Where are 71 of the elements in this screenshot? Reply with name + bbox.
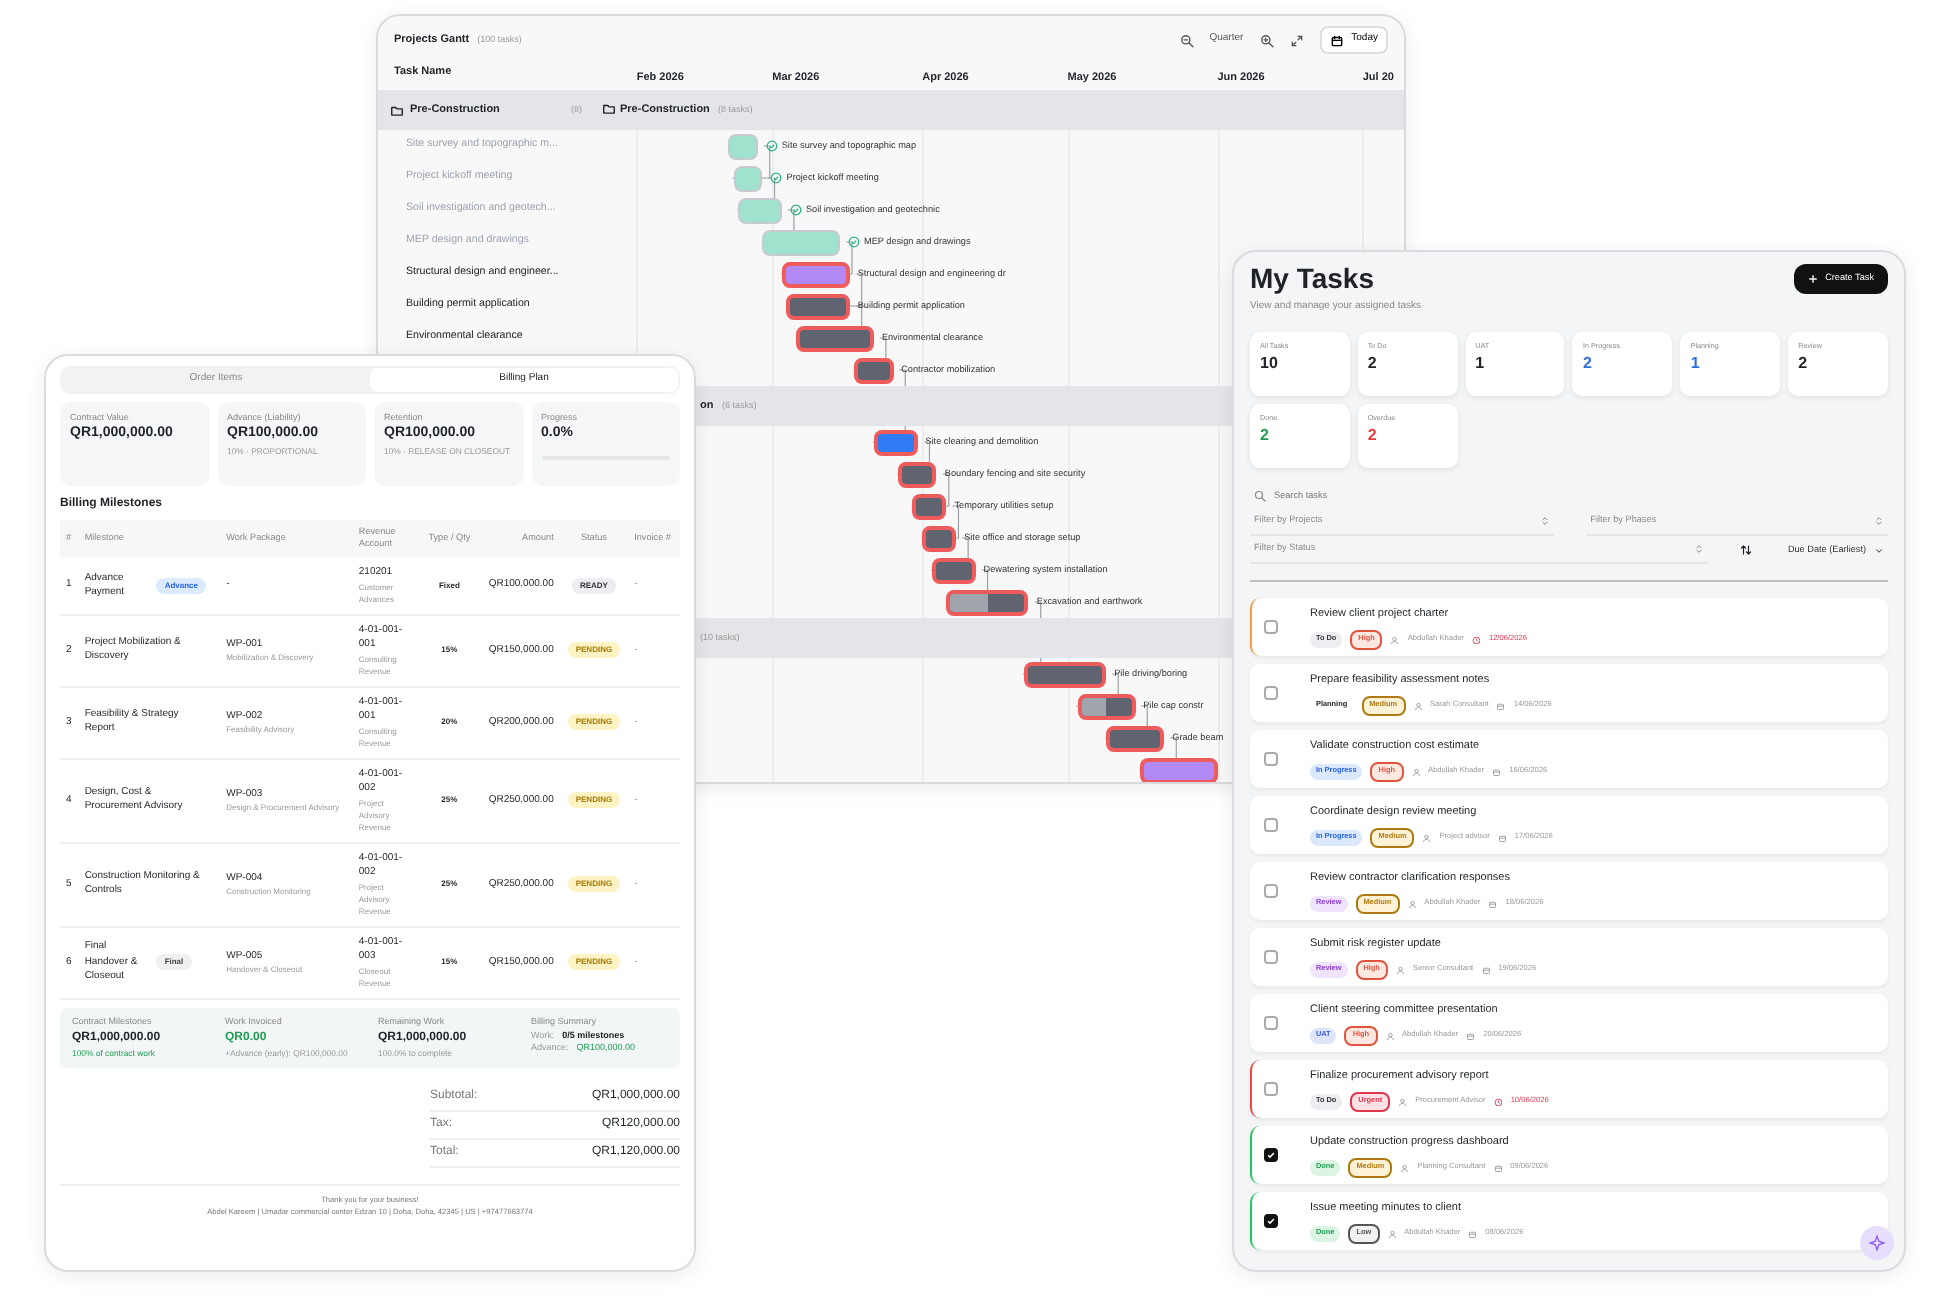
connector-line — [930, 537, 969, 571]
task-bar[interactable] — [912, 493, 947, 519]
person-icon — [1385, 1031, 1395, 1041]
task-bar[interactable] — [781, 261, 850, 287]
person-icon — [1390, 635, 1400, 645]
task-checkbox[interactable] — [1264, 884, 1278, 899]
task-bar[interactable] — [1106, 725, 1165, 751]
task-checkbox[interactable] — [1264, 1214, 1278, 1229]
calendar-icon — [1493, 1163, 1503, 1173]
connector-line — [736, 177, 776, 211]
task-bar[interactable] — [796, 325, 874, 351]
person-icon — [1407, 899, 1417, 909]
stat-value: 2 — [1367, 423, 1379, 448]
task-checkbox[interactable] — [1264, 1082, 1278, 1097]
calendar-icon — [1496, 701, 1506, 711]
task-checkbox[interactable] — [1264, 620, 1278, 635]
stat-value: 1 — [1690, 351, 1702, 376]
task-bar[interactable] — [873, 429, 918, 455]
folder-icon — [602, 102, 616, 116]
task-checkbox[interactable] — [1264, 752, 1278, 767]
select-arrows-icon — [1540, 516, 1551, 527]
person-icon — [1400, 1163, 1410, 1173]
zoom-out-icon[interactable] — [1179, 33, 1194, 47]
task-checkbox[interactable] — [1264, 818, 1278, 833]
select-arrows-icon — [1874, 516, 1884, 527]
task-bar[interactable] — [898, 461, 937, 487]
task-bar[interactable] — [1140, 757, 1218, 782]
stat-value: 2 — [1367, 351, 1379, 376]
search-icon — [1254, 489, 1266, 502]
calendar-icon — [1329, 33, 1344, 47]
connector-line — [731, 145, 771, 179]
task-checkbox[interactable] — [1264, 1148, 1278, 1163]
clock-icon — [1471, 635, 1481, 645]
chevron-down-icon — [1874, 545, 1884, 556]
select-arrows-icon — [1693, 544, 1704, 555]
sparkle-icon — [1868, 1234, 1886, 1252]
person-icon — [1387, 1229, 1397, 1239]
task-checkbox[interactable] — [1264, 686, 1278, 701]
task-bar[interactable] — [946, 589, 1029, 615]
clock-icon — [1493, 1097, 1503, 1107]
person-icon — [1398, 1097, 1408, 1107]
calendar-icon — [1492, 767, 1502, 777]
stat-value: 2 — [1582, 351, 1594, 376]
sort-icon — [1739, 544, 1752, 557]
task-bar[interactable] — [922, 525, 957, 551]
person-icon — [1395, 965, 1405, 975]
page-title: My Tasks — [1250, 264, 1376, 292]
calendar-icon — [1488, 899, 1498, 909]
task-bar[interactable] — [786, 293, 850, 319]
calendar-icon — [1497, 833, 1507, 843]
stat-value: 1 — [1475, 351, 1487, 376]
task-bar[interactable] — [1023, 661, 1107, 687]
folder-icon — [390, 103, 404, 117]
task-checkbox[interactable] — [1264, 1016, 1278, 1031]
task-bar[interactable] — [1077, 693, 1136, 719]
stat-value: 2 — [1798, 351, 1810, 376]
person-icon — [1411, 767, 1420, 777]
stat-value: 10 — [1260, 351, 1280, 376]
zoom-in-icon[interactable] — [1259, 33, 1274, 47]
plus-icon — [1807, 273, 1818, 284]
person-icon — [1422, 833, 1432, 843]
task-bar[interactable] — [931, 557, 976, 583]
calendar-icon — [1468, 1229, 1478, 1239]
assistant-button[interactable] — [1860, 1226, 1894, 1260]
expand-icon[interactable] — [1289, 33, 1304, 47]
stat-value: 2 — [1260, 423, 1271, 448]
task-bar[interactable] — [854, 357, 894, 383]
calendar-icon — [1466, 1031, 1476, 1041]
task-checkbox[interactable] — [1264, 950, 1278, 965]
person-icon — [1413, 701, 1423, 711]
calendar-icon — [1481, 965, 1491, 975]
